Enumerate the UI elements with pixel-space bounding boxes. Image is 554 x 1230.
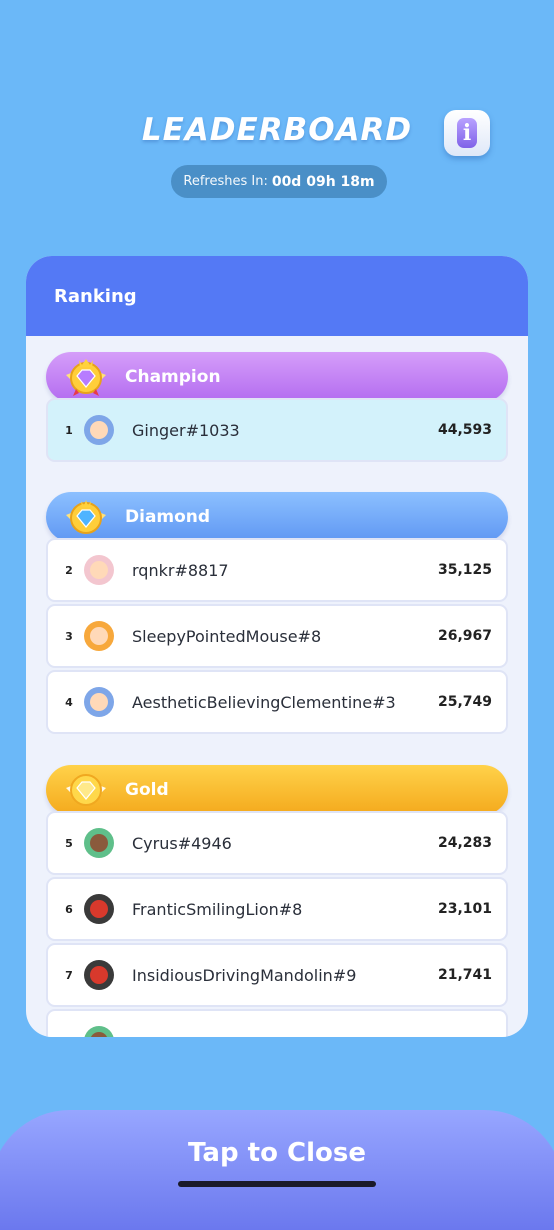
tier-header-champion: Champion [46,352,508,402]
dino-avatar [84,828,114,858]
diamond-badge-icon [66,500,106,534]
tap-to-close-label[interactable]: Tap to Close [0,1138,554,1168]
blue-hood-avatar [84,415,114,445]
gold-badge-icon [66,774,106,806]
tier-header-diamond: Diamond [46,492,508,542]
dino-avatar [84,1026,114,1037]
row-player-name: Cyrus#4946 [132,833,232,853]
row-rank: 5 [65,836,73,850]
info-button[interactable]: i [444,110,490,156]
ranking-list[interactable]: Champion 1 Ginger#1033 44,593 Diamond 2 … [26,336,528,1037]
home-indicator [178,1181,376,1187]
ranking-title: Ranking [54,285,137,307]
refresh-timer-pill: Refreshes In: 00d 09h 18m [171,165,387,198]
row-player-name: rqnkr#8817 [132,560,229,580]
refresh-time: 00d 09h 18m [271,173,375,190]
tier-label-champion: Champion [125,367,221,387]
row-score: 35,125 [437,562,492,578]
tap-to-close-button[interactable] [0,1110,554,1230]
ranking-panel: Ranking Champion 1 Ginger#1033 44,593 Di… [26,256,528,1037]
row-player-name: FranticSmilingLion#8 [132,899,303,919]
champion-badge-icon [66,359,106,396]
leaderboard-row[interactable]: 6 FranticSmilingLion#8 23,101 [46,877,508,941]
refresh-label: Refreshes In: [183,174,268,189]
row-score: 25,749 [437,694,492,710]
row-rank: 1 [65,423,73,437]
tier-label-gold: Gold [125,780,169,800]
row-score: 23,101 [437,901,492,917]
blue-hood-avatar [84,687,114,717]
row-rank: 4 [65,695,73,709]
headphones-avatar [84,894,114,924]
flower-avatar [84,621,114,651]
info-icon: i [457,118,477,148]
row-score: 44,593 [437,422,492,438]
row-score: 26,967 [437,628,492,644]
row-rank: 3 [65,629,73,643]
ranking-header: Ranking [26,256,528,336]
leaderboard-row[interactable]: 2 rqnkr#8817 35,125 [46,538,508,602]
row-player-name: InsidiousDrivingMandolin#9 [132,965,357,985]
row-score: 24,283 [437,835,492,851]
leaderboard-row[interactable]: 7 InsidiousDrivingMandolin#9 21,741 [46,943,508,1007]
row-player-name: AestheticBelievingClementine#3 [132,692,396,712]
tier-label-diamond: Diamond [125,507,211,527]
leaderboard-row[interactable]: 3 SleepyPointedMouse#8 26,967 [46,604,508,668]
headphones-avatar [84,960,114,990]
row-rank: 2 [65,563,73,577]
leaderboard-row[interactable]: 4 AestheticBelievingClementine#3 25,749 [46,670,508,734]
tier-header-gold: Gold [46,765,508,815]
row-rank: 7 [65,968,73,982]
row-score: 21,741 [437,967,492,983]
row-rank: 6 [65,902,73,916]
leaderboard-row[interactable] [46,1009,508,1037]
leaderboard-row[interactable]: 1 Ginger#1033 44,593 [46,398,508,462]
leaderboard-row[interactable]: 5 Cyrus#4946 24,283 [46,811,508,875]
pink-hat-avatar [84,555,114,585]
row-player-name: SleepyPointedMouse#8 [132,626,322,646]
row-player-name: Ginger#1033 [132,420,240,440]
